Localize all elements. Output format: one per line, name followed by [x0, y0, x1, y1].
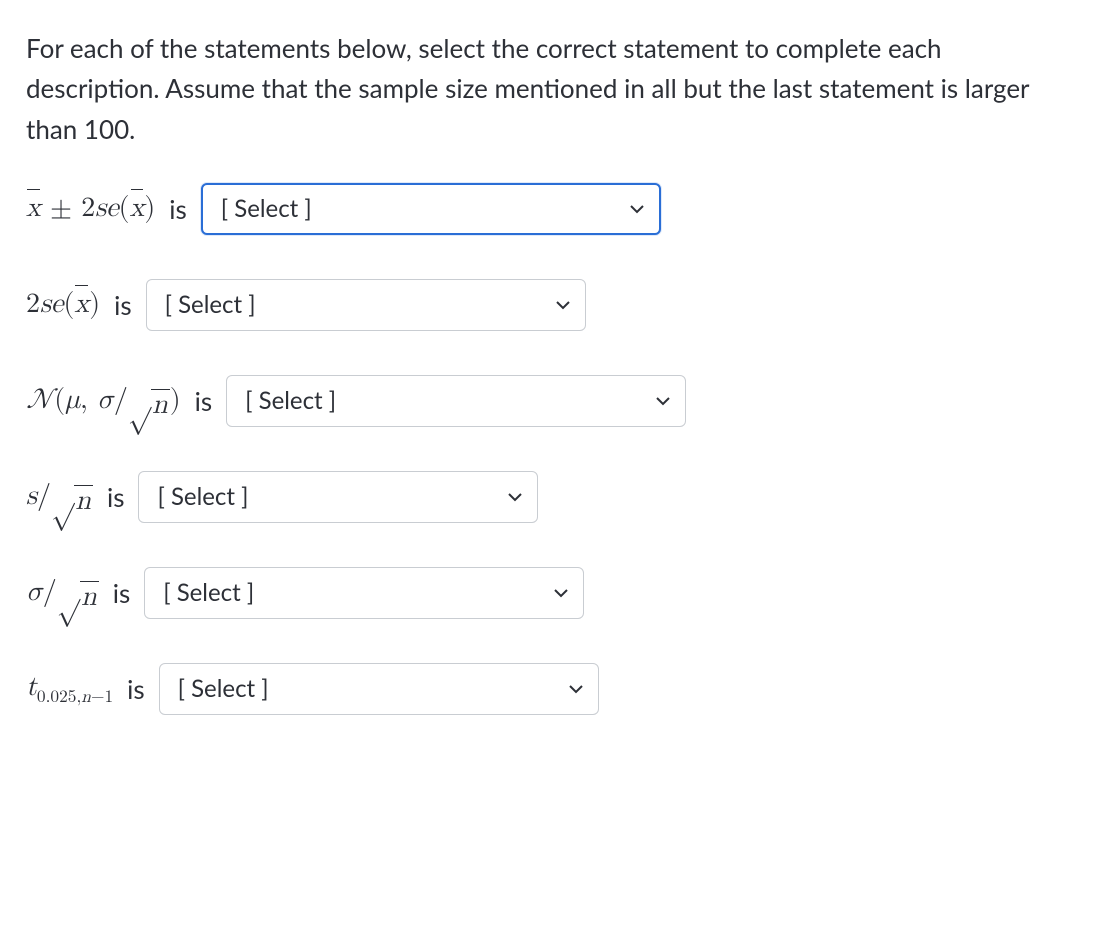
select-placeholder-2: [ Select ]: [165, 286, 256, 323]
statement-row-2: 2se(x) is [ Select ]: [26, 279, 1078, 331]
statement-row-3: 𝒩(μ, σ/√n) is [ Select ]: [26, 375, 1078, 427]
select-placeholder-6: [ Select ]: [178, 670, 269, 707]
statement-row-5: σ/√n is [ Select ]: [26, 567, 1078, 619]
chevron-down-icon: [629, 201, 645, 217]
select-dropdown-4[interactable]: [ Select ]: [138, 471, 538, 523]
chevron-down-icon: [568, 681, 584, 697]
is-label-3: is: [195, 381, 213, 421]
select-dropdown-1[interactable]: [ Select ]: [201, 183, 661, 235]
is-label-2: is: [114, 285, 132, 325]
select-dropdown-3[interactable]: [ Select ]: [226, 375, 686, 427]
chevron-down-icon: [555, 297, 571, 313]
math-expression-5: σ/√n: [26, 571, 99, 614]
is-label-6: is: [127, 669, 145, 709]
is-label-4: is: [107, 477, 125, 517]
math-expression-3: 𝒩(μ, σ/√n): [26, 379, 181, 422]
statement-row-1: x ± 2se(x) is [ Select ]: [26, 183, 1078, 235]
is-label-5: is: [113, 573, 131, 613]
select-dropdown-6[interactable]: [ Select ]: [159, 663, 599, 715]
select-placeholder-5: [ Select ]: [163, 574, 254, 611]
chevron-down-icon: [553, 585, 569, 601]
statement-row-4: s/√n is [ Select ]: [26, 471, 1078, 523]
question-intro: For each of the statements below, select…: [26, 28, 1078, 149]
math-expression-4: s/√n: [26, 475, 93, 518]
math-expression-1: x ± 2se(x): [26, 187, 155, 230]
math-expression-2: 2se(x): [26, 283, 100, 326]
select-placeholder-1: [ Select ]: [221, 190, 312, 227]
select-placeholder-3: [ Select ]: [245, 382, 336, 419]
chevron-down-icon: [507, 489, 523, 505]
is-label-1: is: [169, 189, 187, 229]
select-placeholder-4: [ Select ]: [157, 478, 248, 515]
math-expression-6: t0.025,n−1: [26, 666, 113, 712]
chevron-down-icon: [655, 393, 671, 409]
select-dropdown-5[interactable]: [ Select ]: [144, 567, 584, 619]
statement-row-6: t0.025,n−1 is [ Select ]: [26, 663, 1078, 715]
select-dropdown-2[interactable]: [ Select ]: [146, 279, 586, 331]
